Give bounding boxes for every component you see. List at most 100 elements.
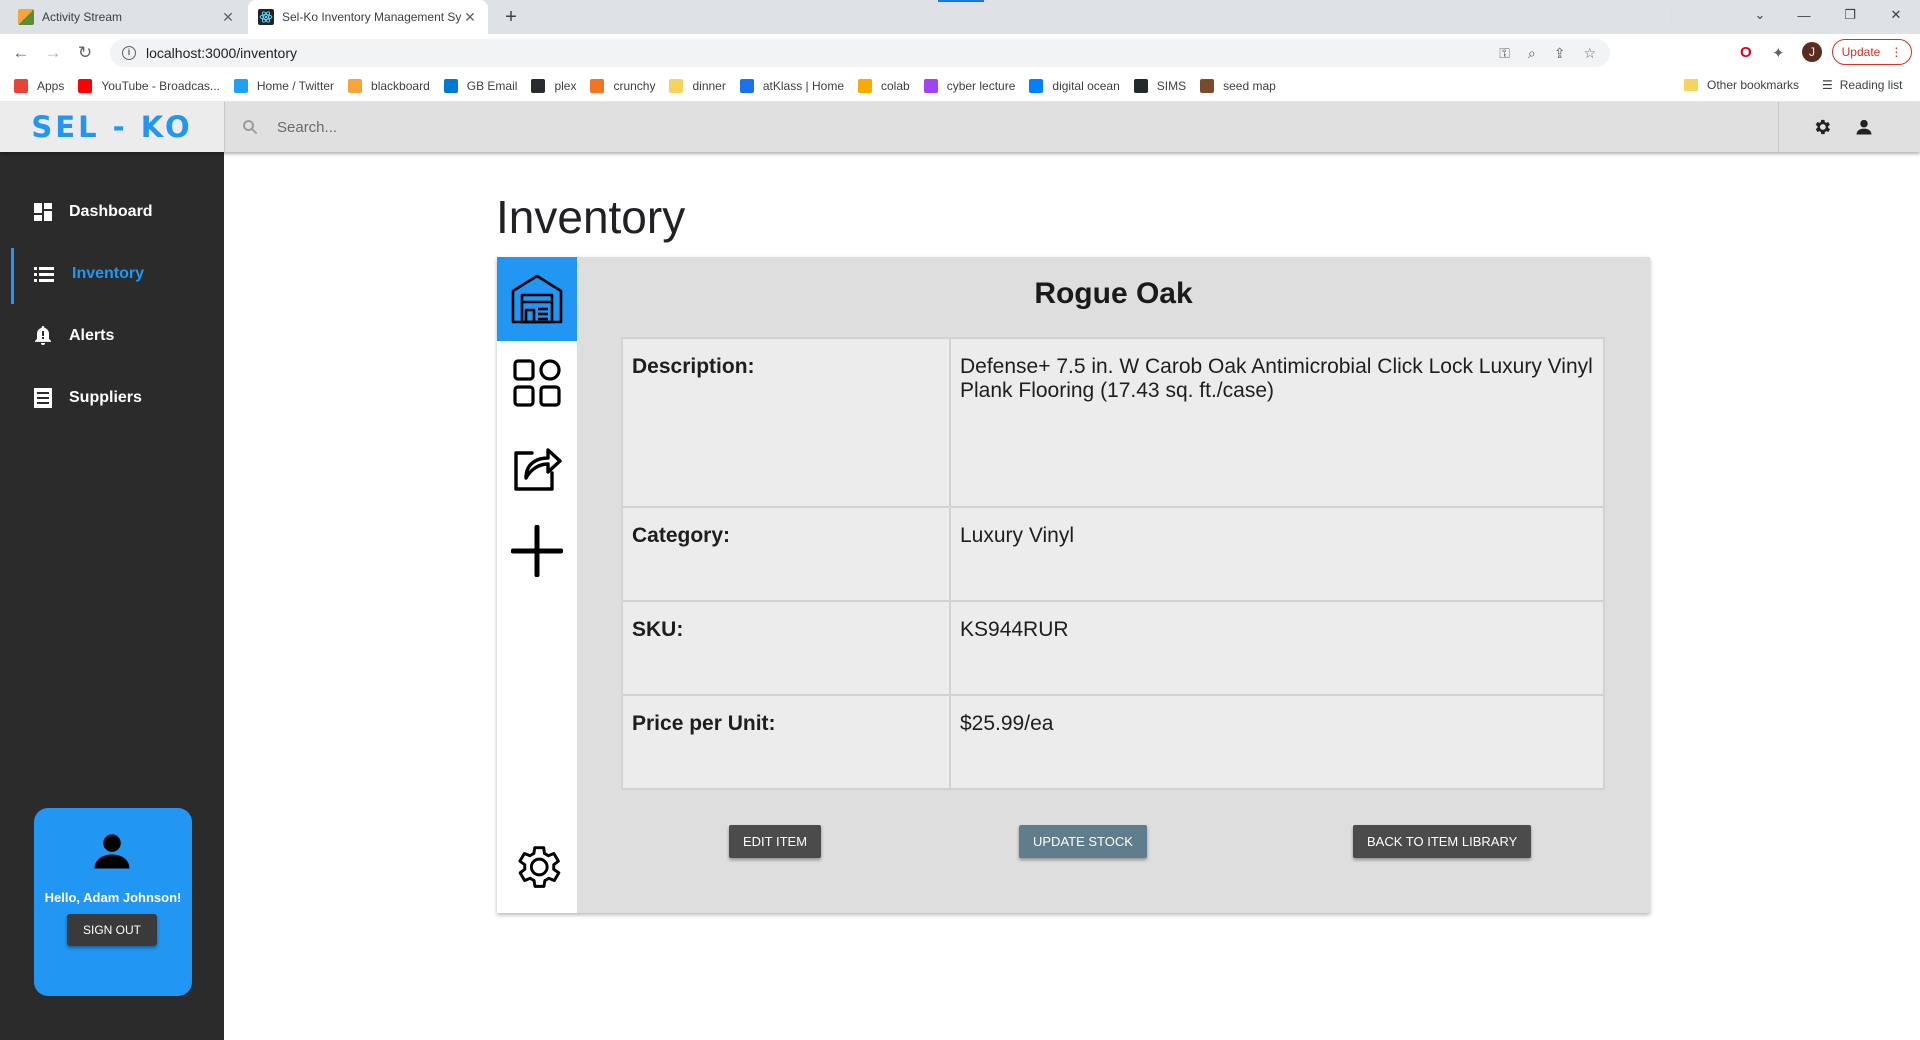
sidebar-item-inventory[interactable]: Inventory [0,248,224,304]
seed-map-icon [1200,78,1215,93]
minimize-window-button[interactable]: — [1782,0,1826,30]
bookmark-label: GB Email [466,78,518,93]
react-favicon-icon [258,9,274,25]
sidebar-item-dashboard[interactable]: Dashboard [0,186,224,238]
password-key-icon[interactable]: ⚿ [1499,45,1510,62]
bookmark-plex[interactable]: plex [531,78,576,93]
profile-avatar[interactable]: J [1802,42,1822,62]
bookmarks-bar: Apps YouTube - Broadcas... Home / Twitter b… [0,70,1920,102]
update-stock-button[interactable]: UPDATE STOCK [1019,825,1147,858]
user-card: Hello, Adam Johnson! SIGN OUT [34,808,192,996]
tab-search-chevron-icon[interactable]: ⌄ [1738,0,1782,30]
sidebar-item-alerts[interactable]: Alerts [0,310,224,362]
bookmark-seed-map[interactable]: seed map [1200,78,1276,93]
settings-gear-icon [518,846,561,888]
main-content: Inventory Rogue Oak Description: Defense… [224,152,1920,1040]
bell-icon [35,326,51,345]
item-settings-button[interactable] [497,825,577,909]
opera-extension-icon[interactable]: O [1740,44,1752,61]
cyber-lecture-icon [923,78,938,93]
reading-list-label: Reading list [1839,78,1903,92]
bookmark-gb-email[interactable]: GB Email [443,78,518,93]
browser-tab-selko[interactable]: Sel-Ko Inventory Management Sy ✕ [248,0,488,34]
forward-arrow-icon[interactable]: → [42,42,64,64]
share-icon[interactable]: ⇪ [1554,45,1566,62]
bookmark-apps[interactable]: Apps [14,78,65,93]
omnibox-actions: ⚿ ⌕ ⇪ ☆ [1499,45,1596,62]
bookmark-blackboard[interactable]: blackboard [348,78,430,93]
browser-update-button[interactable]: Update ⋮ [1832,39,1912,65]
bookmark-label: cyber lecture [946,78,1016,93]
extensions-puzzle-icon[interactable]: ✦ [1772,44,1785,62]
bookmark-sims[interactable]: SIMS [1133,78,1187,93]
close-tab-icon[interactable]: ✕ [462,9,478,26]
folder-icon [669,78,684,93]
search-icon [243,120,257,134]
plus-icon [511,525,563,577]
browser-toolbar: ← → ↻ i localhost:3000/inventory ⚿ ⌕ ⇪ ☆… [0,34,1920,70]
close-tab-icon[interactable]: ✕ [220,9,236,26]
bookmark-star-icon[interactable]: ☆ [1583,45,1596,62]
back-arrow-icon[interactable]: ← [10,42,32,64]
new-tab-button[interactable]: + [500,6,522,29]
bookmark-atklass-home[interactable]: atKlass | Home [739,78,844,93]
back-to-item-library-button[interactable]: BACK TO ITEM LIBRARY [1353,825,1532,858]
browser-tab-activity-stream[interactable]: Activity Stream ✕ [8,0,246,34]
bookmark-digital-ocean[interactable]: digital ocean [1029,78,1120,93]
bookmark-crunchy[interactable]: crunchy [590,78,656,93]
tab-title: Sel-Ko Inventory Management Sy [282,10,462,24]
bookmark-label: blackboard [371,78,430,93]
dashboard-icon [34,203,52,221]
edit-item-button[interactable]: EDIT ITEM [729,825,822,858]
address-bar[interactable]: i localhost:3000/inventory ⚿ ⌕ ⇪ ☆ [110,39,1610,67]
account-icon[interactable] [1854,117,1874,137]
header-actions [1778,102,1920,152]
other-bookmarks[interactable]: Other bookmarks [1684,78,1799,92]
bookmark-label: SIMS [1156,78,1187,93]
settings-gear-icon[interactable] [1812,117,1832,137]
bookmark-colab[interactable]: colab [858,78,910,93]
restore-window-button[interactable]: ❐ [1828,0,1872,30]
list-icon [34,267,54,282]
zoom-icon[interactable]: ⌕ [1528,45,1536,62]
sign-out-button[interactable]: SIGN OUT [67,914,157,946]
sidebar-item-label: Dashboard [69,203,153,220]
warehouse-icon [511,274,563,324]
table-row: Price per Unit: $25.99/ea [621,694,1605,790]
table-row: Description: Defense+ 7.5 in. W Carob Oa… [621,337,1605,508]
bookmark-cyber-lecture[interactable]: cyber lecture [923,78,1016,93]
bookmark-dinner[interactable]: dinner [669,78,726,93]
brand-logo[interactable]: SEL - KO [0,102,224,152]
add-item-button[interactable] [497,509,577,593]
bookmark-home-twitter[interactable]: Home / Twitter [233,78,334,93]
item-detail-panel: Rogue Oak Description: Defense+ 7.5 in. … [497,257,1650,913]
search-input[interactable] [277,118,877,136]
search-bar [224,102,1778,152]
reading-list[interactable]: ☰ Reading list [1822,78,1902,92]
bookmark-label: seed map [1223,78,1276,93]
app-root: SEL - KO Dashboard [0,102,1920,1040]
category-value: Luxury Vinyl [949,506,1605,602]
blackboard-favicon-icon [18,9,34,25]
close-window-button[interactable]: ✕ [1874,0,1918,30]
site-info-icon[interactable]: i [122,46,136,60]
warehouse-button[interactable] [497,257,577,341]
sidebar-item-label: Suppliers [69,389,142,406]
youtube-icon [78,78,93,93]
bookmark-label: crunchy [613,78,656,93]
description-value: Defense+ 7.5 in. W Carob Oak Antimicrobi… [949,337,1605,508]
item-library-button[interactable] [497,341,577,425]
sidebar-item-suppliers[interactable]: Suppliers [0,372,224,424]
field-label: SKU: [621,600,951,696]
bookmark-youtube-broadcas[interactable]: YouTube - Broadcas... [78,78,220,93]
sidebar-item-label: Alerts [69,327,115,344]
outlook-icon [443,78,458,93]
bookmark-label: Apps [37,78,65,93]
field-label: Category: [621,506,951,602]
reload-icon[interactable]: ↻ [74,42,96,64]
price-value: $25.99/ea [949,694,1605,790]
sidebar: Dashboard Inventory Alerts Suppliers Hel… [0,152,224,1040]
export-button[interactable] [497,425,577,509]
bookmark-label: YouTube - Broadcas... [101,78,220,93]
tab-title: Activity Stream [42,10,123,24]
